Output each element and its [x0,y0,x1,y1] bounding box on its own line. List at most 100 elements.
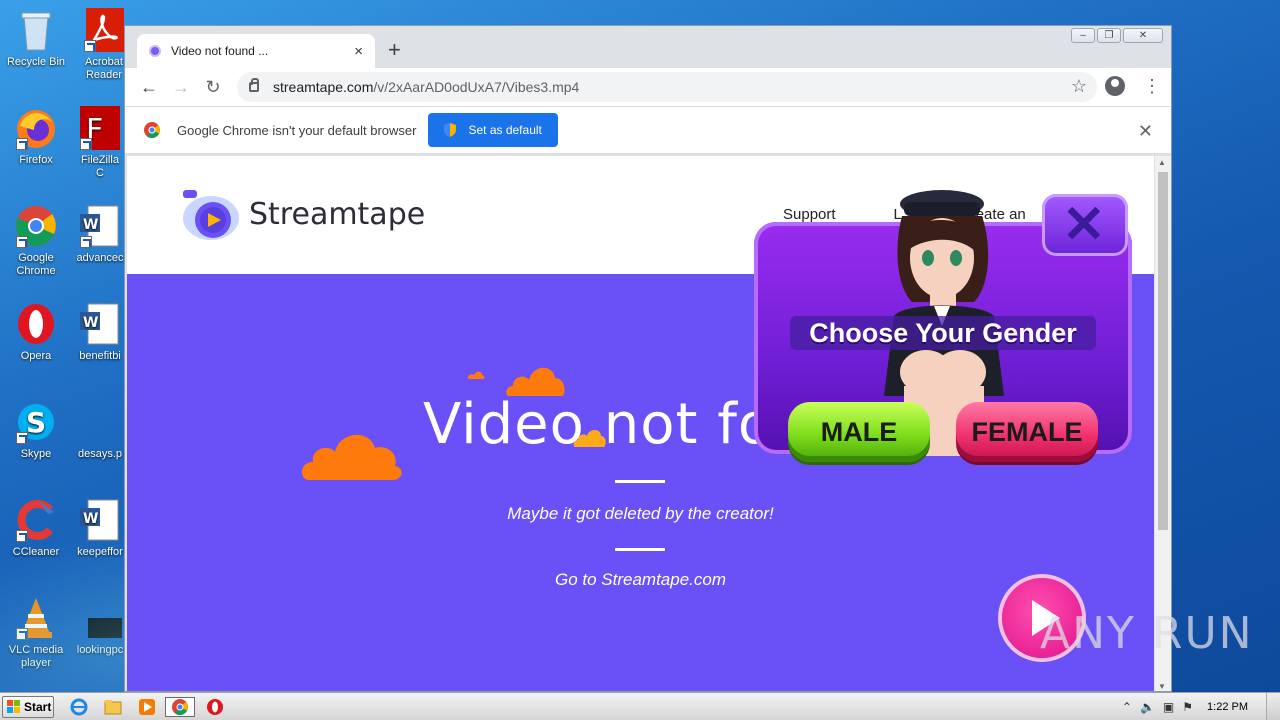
shortcut-arrow-icon [80,138,92,150]
svg-text:W: W [83,217,98,233]
taskbar: Start ⌃ 🔈 ▣ ⚑ 1:22 PM [0,692,1280,720]
back-button[interactable]: ← [133,77,165,98]
taskbar-media-player-icon[interactable] [136,697,158,717]
desktop-icon-opera[interactable]: Opera [0,302,72,363]
desktop-icon-vlc[interactable]: VLC media player [0,596,72,670]
network-icon[interactable]: ▣ [1163,700,1174,714]
action-center-flag-icon[interactable]: ⚑ [1182,700,1193,714]
vlc-icon [14,596,58,640]
shortcut-arrow-icon [16,432,28,444]
svg-text:W: W [83,315,98,331]
restore-button[interactable]: ❐ [1097,28,1121,43]
shortcut-arrow-icon [16,138,28,150]
desktop-icon-benefitbi[interactable]: W benefitbi [76,302,124,363]
show-desktop-button[interactable] [1266,693,1280,720]
word-document-icon: W [78,204,122,248]
page-subtitle: Maybe it got deleted by the creator! [507,504,774,523]
scrollbar-thumb[interactable] [1158,172,1168,530]
menu-icon[interactable]: ⋮ [1143,76,1161,96]
cloud-icon [467,371,485,379]
default-browser-infobar: Google Chrome isn't your default browser… [125,106,1171,154]
address-bar[interactable]: streamtape.com/v/2xAarAD0odUxA7/Vibes3.m… [237,72,1097,102]
reload-button[interactable]: ↻ [197,77,229,98]
desktop-icon-label: lookingpc [76,644,124,656]
ad-title: Choose Your Gender [790,316,1096,350]
go-to-streamtape-link[interactable]: Go to Streamtape.com [127,570,1154,590]
divider [615,480,665,483]
tab-video-not-found[interactable]: Video not found ... × [137,34,375,68]
svg-text:S: S [26,406,46,439]
desktop-icon-label: VLC media player [8,644,64,669]
desktop-icon-skype[interactable]: S Skype [0,400,72,461]
blank-file-icon [78,400,122,444]
url-host: streamtape.com [273,79,374,95]
infobar-message: Google Chrome isn't your default browser [177,122,417,138]
desktop-icon-label: advancec [76,252,124,264]
new-tab-button[interactable]: + [388,39,401,61]
desktop-icon-recycle-bin[interactable]: Recycle Bin [0,8,72,69]
system-tray: ⌃ 🔈 ▣ ⚑ 1:22 PM [1114,693,1280,720]
taskbar-ie-icon[interactable] [68,697,90,717]
start-label: Start [24,700,52,714]
page-heading: Video not fou [423,392,810,457]
volume-icon[interactable]: 🔈 [1140,700,1155,714]
desktop-icon-ccleaner[interactable]: CCleaner [0,498,72,559]
streamtape-logo[interactable]: Streamtape [175,182,425,246]
desktop-icon-desays[interactable]: desays.p [76,400,124,461]
desktop-icon-label: Skype [20,448,52,460]
svg-text:W: W [83,511,98,527]
tab-strip: Video not found ... × + – ❐ ✕ [125,26,1171,68]
black-file-icon [78,596,124,640]
lock-icon [249,78,259,92]
set-as-default-label: Set as default [468,123,542,137]
desktop-icon-label: Recycle Bin [6,56,66,68]
opera-icon [14,302,58,346]
minimize-button[interactable]: – [1071,28,1095,43]
tab-close-button[interactable]: × [354,43,363,60]
desktop-icon-advanced[interactable]: W advancec [76,204,124,265]
desktop-icon-label: Google Chrome [16,252,56,277]
brand-name: Streamtape [249,196,426,232]
forward-button[interactable]: → [165,77,197,98]
chrome-logo-icon [144,122,160,139]
female-button[interactable]: FEMALE [956,402,1098,462]
desktop-icon-label: Firefox [19,154,53,166]
scroll-down-icon[interactable]: ▼ [1158,682,1166,691]
windows-flag-icon [7,700,20,713]
taskbar-explorer-icon[interactable] [102,697,124,717]
ad-close-button[interactable]: ✕ [1042,194,1128,256]
desktop-icon-label: desays.p [77,448,123,460]
desktop-icon-chrome[interactable]: Google Chrome [0,204,72,278]
taskbar-chrome-icon[interactable] [165,697,195,717]
desktop-icon-label: keepeffor [77,546,123,558]
close-window-button[interactable]: ✕ [1123,28,1163,43]
desktop-icon-firefox[interactable]: Firefox [0,106,72,167]
male-button[interactable]: MALE [788,402,930,462]
tray-expand-icon[interactable]: ⌃ [1122,700,1132,714]
desktop-icon-label: Acrobat Reader [85,56,123,81]
clock[interactable]: 1:22 PM [1207,701,1248,713]
start-button[interactable]: Start [2,696,54,718]
cloud-icon [573,430,606,447]
window-controls: – ❐ ✕ [1071,28,1163,43]
taskbar-opera-icon[interactable] [204,697,226,717]
profile-icon[interactable] [1105,76,1125,96]
shortcut-arrow-icon [16,530,28,542]
scroll-up-icon[interactable]: ▲ [1158,158,1166,167]
shortcut-arrow-icon [80,236,92,248]
bookmark-star-icon[interactable]: ☆ [1071,76,1087,97]
desktop-icon-filezilla[interactable]: F FileZilla C [76,106,124,180]
close-icon: ✕ [1062,196,1106,254]
desktop-icon-keepeffor[interactable]: W keepeffor [76,498,124,559]
firefox-icon [14,106,58,150]
filezilla-icon: F [78,106,122,150]
toolbar: ← → ↻ streamtape.com/v/2xAarAD0odUxA7/Vi… [125,68,1171,106]
desktop-icon-label: Opera [20,350,52,362]
gender-ad-popup[interactable]: ✕ Choose Your Gender MALE FEMALE [754,176,1134,476]
set-as-default-button[interactable]: Set as default [428,113,558,147]
shortcut-arrow-icon [16,236,28,248]
desktop-icon-lookingpc[interactable]: lookingpc [76,596,124,657]
recycle-bin-icon [14,8,58,52]
ccleaner-icon [14,498,58,542]
infobar-close-button[interactable]: ✕ [1138,121,1153,142]
